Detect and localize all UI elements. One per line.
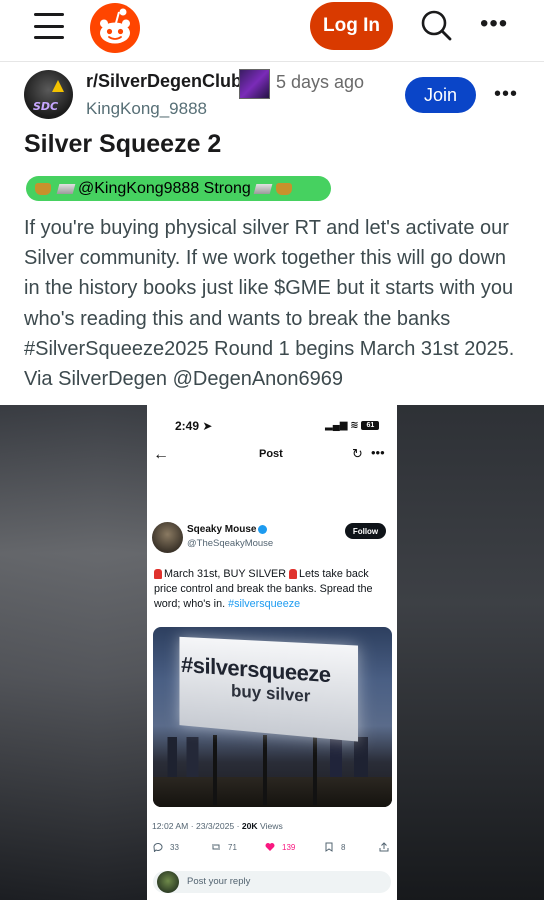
tweet-follow-button: Follow [345, 523, 386, 539]
tweet-text: March 31st, BUY SILVER Lets take back pr… [154, 568, 373, 610]
tweet-share [379, 842, 396, 852]
refresh-icon: ↻ [352, 446, 363, 461]
post-body: If you're buying physical silver RT and … [24, 217, 515, 391]
search-icon[interactable] [419, 8, 453, 42]
user-flair-text: @KingKong9888 Strong [78, 179, 251, 197]
top-bar: Log In ••• [0, 0, 544, 62]
post-more-icon[interactable]: ••• [494, 84, 518, 104]
hamburger-menu-icon[interactable] [34, 13, 64, 39]
bookmark-icon [325, 842, 333, 852]
tweet-actions: 33 71 139 8 [147, 842, 397, 858]
reply-avatar [157, 871, 179, 893]
subreddit-badge-icon [239, 69, 270, 99]
share-icon [379, 842, 389, 852]
ground [153, 777, 392, 807]
avatar-logo-text: SDC [33, 100, 59, 113]
money-bag-icon [34, 182, 54, 196]
subreddit-avatar[interactable]: SDC [24, 70, 73, 119]
subreddit-name[interactable]: r/SilverDegenClub [86, 71, 242, 92]
back-arrow-icon: ← [153, 446, 169, 463]
media-blur-right [397, 405, 544, 900]
verified-badge-icon [258, 524, 268, 534]
tweet-reposts: 71 [211, 842, 237, 852]
battery-icon: 61 [361, 420, 380, 430]
join-button[interactable]: Join [405, 77, 476, 113]
repost-icon [212, 844, 220, 850]
reply-placeholder: Post your reply [187, 876, 251, 887]
user-flair: @KingKong9888 Strong [26, 176, 331, 201]
post-media[interactable]: 2:49 ➤ ▂▄▆ ≋ 61 ← Post ↻ ••• Sqeaky Mous… [0, 405, 544, 900]
siren-icon [154, 569, 162, 580]
billboard-post [313, 735, 317, 805]
tweet-hashtag: #silversqueeze [228, 598, 301, 610]
post-author[interactable]: KingKong_9888 [86, 99, 207, 119]
tweet-meta: 12:02 AM · 23/3/2025 · 20K Views [152, 821, 283, 831]
tweet-author-handle: @TheSqeakyMouse [187, 538, 274, 549]
billboard-post [213, 735, 217, 805]
tweet-bookmarks: 8 [324, 842, 345, 852]
siren-icon [289, 569, 298, 580]
more-horizontal-icon[interactable]: ••• [480, 12, 512, 36]
money-bag-icon [275, 182, 295, 196]
more-horizontal-icon: ••• [371, 445, 385, 460]
billboard-post [263, 735, 267, 805]
heart-icon [265, 843, 275, 851]
billboard-image: #silversqueeze buy silver [153, 627, 392, 807]
tweet-author-avatar [152, 522, 183, 553]
tweet-screenshot: 2:49 ➤ ▂▄▆ ≋ 61 ← Post ↻ ••• Sqeaky Mous… [147, 405, 397, 900]
post-title: Silver Squeeze 2 [24, 130, 222, 158]
reply-icon [153, 842, 163, 852]
screenshot-header-title: Post [259, 448, 283, 460]
status-time: 2:49 ➤ [175, 419, 213, 433]
tweet-author-name: Sqeaky Mouse [187, 524, 268, 535]
post-time: 5 days ago [276, 72, 365, 92]
silver-bar-icon [253, 182, 273, 196]
tweet-reply-box: Post your reply [153, 871, 391, 893]
star-icon [52, 80, 64, 92]
login-button[interactable]: Log In [310, 2, 393, 50]
media-blur-left [0, 405, 147, 900]
reddit-snoo-logo-icon[interactable] [89, 2, 141, 54]
tweet-replies: 33 [153, 842, 179, 852]
tweet-likes: 139 [265, 842, 295, 852]
status-icons: ▂▄▆ ≋ 61 [325, 420, 380, 431]
silver-bar-icon [56, 182, 76, 196]
